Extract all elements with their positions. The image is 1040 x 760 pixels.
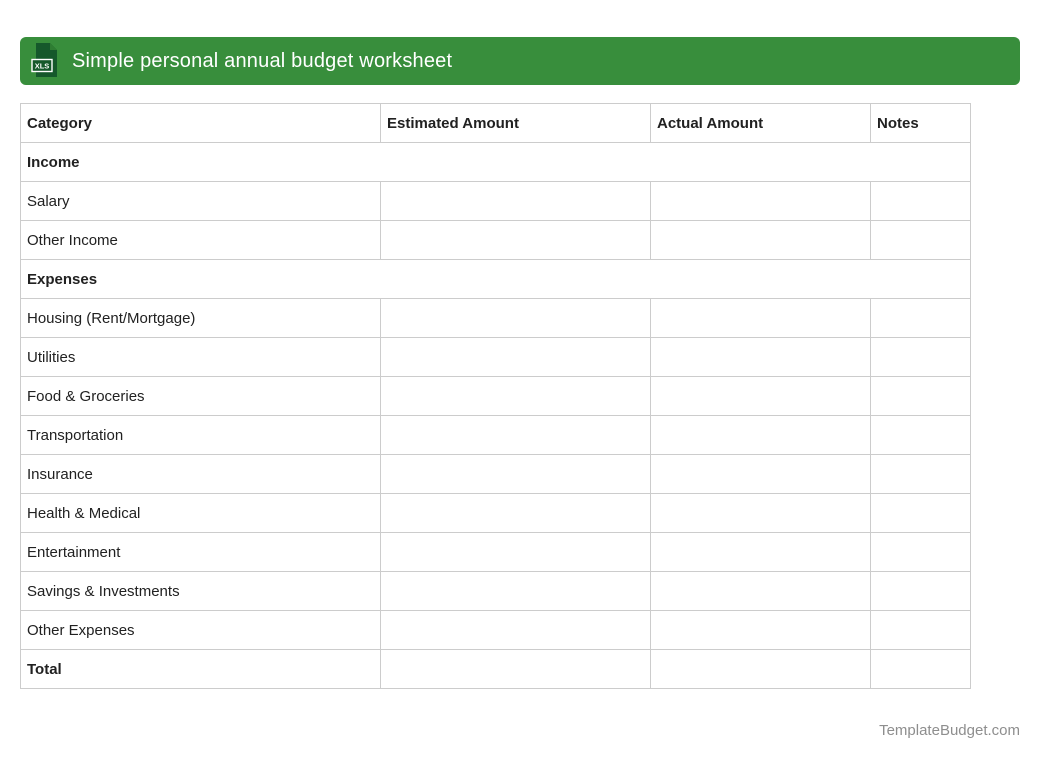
estimated-amount-cell xyxy=(380,376,651,416)
estimated-amount-cell xyxy=(380,337,651,377)
actual-amount-cell xyxy=(650,415,871,455)
notes-cell xyxy=(870,376,971,416)
estimated-amount-cell xyxy=(380,649,651,689)
notes-cell xyxy=(870,532,971,572)
actual-amount-cell xyxy=(650,571,871,611)
xls-file-icon: XLS xyxy=(31,43,57,77)
table-row: Insurance xyxy=(20,454,971,494)
category-cell: Housing (Rent/Mortgage) xyxy=(20,298,381,338)
actual-amount-cell xyxy=(650,220,871,260)
table-row: Other Expenses xyxy=(20,610,971,650)
table-row: Health & Medical xyxy=(20,493,971,533)
title-banner: XLS Simple personal annual budget worksh… xyxy=(20,37,1020,85)
table-header-row: Category Estimated Amount Actual Amount Not… xyxy=(20,103,971,143)
estimated-amount-cell xyxy=(380,298,651,338)
notes-cell xyxy=(870,649,971,689)
actual-amount-cell xyxy=(650,337,871,377)
notes-cell xyxy=(870,298,971,338)
category-cell: Other Expenses xyxy=(20,610,381,650)
table-row: Food & Groceries xyxy=(20,376,971,416)
category-cell: Total xyxy=(20,649,381,689)
notes-cell xyxy=(870,454,971,494)
column-header: Actual Amount xyxy=(650,103,871,143)
estimated-amount-cell xyxy=(380,454,651,494)
actual-amount-cell xyxy=(650,493,871,533)
category-cell: Transportation xyxy=(20,415,381,455)
category-cell: Food & Groceries xyxy=(20,376,381,416)
notes-cell xyxy=(870,415,971,455)
footer-credit: TemplateBudget.com xyxy=(879,722,1020,739)
category-cell: Insurance xyxy=(20,454,381,494)
budget-table: Category Estimated Amount Actual Amount Not… xyxy=(20,103,971,689)
table-row: Savings & Investments xyxy=(20,571,971,611)
table-row: Salary xyxy=(20,181,971,221)
table-row: Transportation xyxy=(20,415,971,455)
category-cell: Salary xyxy=(20,181,381,221)
actual-amount-cell xyxy=(650,610,871,650)
actual-amount-cell xyxy=(650,649,871,689)
notes-cell xyxy=(870,181,971,221)
notes-cell xyxy=(870,337,971,377)
estimated-amount-cell xyxy=(380,220,651,260)
notes-cell xyxy=(870,220,971,260)
actual-amount-cell xyxy=(650,454,871,494)
section-row: Income xyxy=(20,142,971,182)
category-cell: Savings & Investments xyxy=(20,571,381,611)
page: XLS Simple personal annual budget worksh… xyxy=(0,0,1040,760)
table-body: Income Salary Other Income Expenses Housing … xyxy=(20,142,971,689)
table-row: Entertainment xyxy=(20,532,971,572)
category-cell: Utilities xyxy=(20,337,381,377)
table-row: Housing (Rent/Mortgage) xyxy=(20,298,971,338)
actual-amount-cell xyxy=(650,298,871,338)
estimated-amount-cell xyxy=(380,181,651,221)
estimated-amount-cell xyxy=(380,610,651,650)
actual-amount-cell xyxy=(650,532,871,572)
actual-amount-cell xyxy=(650,376,871,416)
estimated-amount-cell xyxy=(380,571,651,611)
section-row: Expenses xyxy=(20,259,971,299)
column-header: Category xyxy=(20,103,381,143)
estimated-amount-cell xyxy=(380,415,651,455)
notes-cell xyxy=(870,571,971,611)
notes-cell xyxy=(870,493,971,533)
column-header: Estimated Amount xyxy=(380,103,651,143)
section-label-cell: Expenses xyxy=(20,259,971,299)
table-row: Utilities xyxy=(20,337,971,377)
category-cell: Other Income xyxy=(20,220,381,260)
estimated-amount-cell xyxy=(380,493,651,533)
category-cell: Health & Medical xyxy=(20,493,381,533)
page-title: Simple personal annual budget worksheet xyxy=(72,49,453,72)
xls-badge-text: XLS xyxy=(35,62,50,71)
category-cell: Entertainment xyxy=(20,532,381,572)
table-row: Other Income xyxy=(20,220,971,260)
column-header: Notes xyxy=(870,103,971,143)
actual-amount-cell xyxy=(650,181,871,221)
section-label-cell: Income xyxy=(20,142,971,182)
notes-cell xyxy=(870,610,971,650)
estimated-amount-cell xyxy=(380,532,651,572)
total-row: Total xyxy=(20,649,971,689)
